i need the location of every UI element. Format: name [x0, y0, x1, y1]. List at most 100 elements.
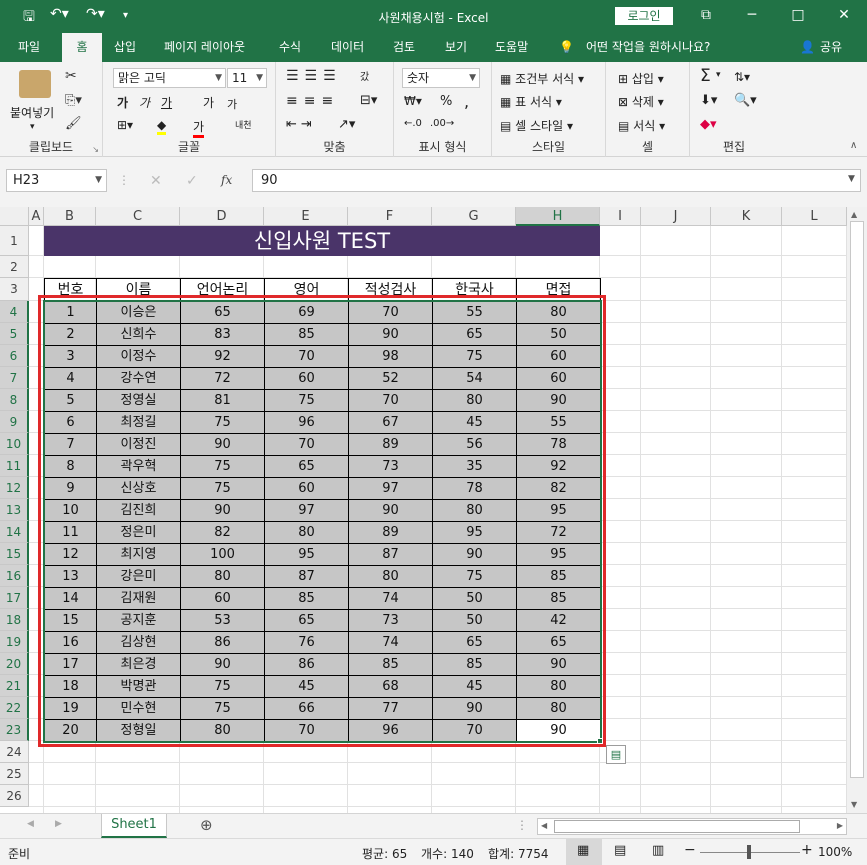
table-cell[interactable]: 이정진: [96, 433, 181, 456]
table-cell[interactable]: 75: [180, 411, 265, 434]
table-cell[interactable]: 8: [44, 455, 97, 478]
table-cell[interactable]: 97: [264, 499, 349, 522]
zoom-level[interactable]: 100%: [818, 845, 852, 859]
worksheet-grid[interactable]: A B C D E F G H I J K L 1 2 3 4 5 6 7 8 9 10 11 12 13 14 15 16 17 18 1…: [0, 207, 847, 813]
table-cell[interactable]: 80: [516, 301, 601, 324]
indent-icons[interactable]: ⇤⇥: [286, 117, 316, 132]
font-name-select[interactable]: 맑은 고딕 ▼: [113, 68, 226, 88]
row-header-24[interactable]: 24: [0, 741, 29, 763]
row-header-26[interactable]: 26: [0, 785, 29, 807]
column-header-b[interactable]: B: [44, 207, 96, 226]
table-cell[interactable]: 85: [264, 587, 349, 610]
row-header-9[interactable]: 9: [0, 411, 29, 433]
restore-button[interactable]: □: [775, 0, 821, 33]
table-cell[interactable]: 1: [44, 301, 97, 324]
table-cell[interactable]: 이승은: [96, 301, 181, 324]
table-cell[interactable]: 75: [432, 345, 517, 368]
add-sheet-icon[interactable]: ⊕: [200, 816, 213, 834]
cut-icon[interactable]: ✂: [65, 68, 77, 84]
share-button[interactable]: 공유: [820, 33, 842, 62]
table-cell[interactable]: 82: [516, 477, 601, 500]
table-cell[interactable]: 81: [180, 389, 265, 412]
row-header-14[interactable]: 14: [0, 521, 29, 543]
row-header-8[interactable]: 8: [0, 389, 29, 411]
table-cell[interactable]: 강수연: [96, 367, 181, 390]
tab-page-layout[interactable]: 페이지 레이아웃: [164, 33, 245, 62]
row-header-22[interactable]: 22: [0, 697, 29, 719]
table-cell[interactable]: 85: [348, 653, 433, 676]
tab-insert[interactable]: 삽입: [114, 33, 136, 62]
border-icon[interactable]: ⊞▾: [117, 118, 133, 132]
clear-icon[interactable]: ◆▾: [700, 117, 717, 132]
confirm-entry-icon[interactable]: ✓: [186, 173, 198, 189]
tab-home[interactable]: 홈: [62, 33, 102, 62]
tab-help[interactable]: 도움말: [495, 33, 528, 62]
table-cell[interactable]: 정은미: [96, 521, 181, 544]
vertical-scrollbar[interactable]: ▲ ▼: [847, 207, 867, 813]
row-header-17[interactable]: 17: [0, 587, 29, 609]
horizontal-scroll-thumb[interactable]: [554, 820, 800, 833]
zoom-slider-handle[interactable]: [747, 845, 751, 859]
fill-handle[interactable]: [597, 738, 603, 744]
italic-button[interactable]: 가: [139, 94, 150, 111]
table-cell[interactable]: 85: [516, 587, 601, 610]
underline-button[interactable]: 가: [161, 94, 172, 111]
format-cells-button[interactable]: ▤ 서식 ▾: [618, 117, 665, 134]
table-header-cell[interactable]: 적성검사: [348, 278, 433, 302]
zoom-in-icon[interactable]: +: [801, 842, 813, 858]
table-cell[interactable]: 72: [516, 521, 601, 544]
table-cell[interactable]: 92: [180, 345, 265, 368]
vertical-scroll-thumb[interactable]: [850, 221, 864, 778]
row-header-12[interactable]: 12: [0, 477, 29, 499]
table-cell[interactable]: 90: [348, 323, 433, 346]
table-cell[interactable]: 77: [348, 697, 433, 720]
table-cell[interactable]: 이정수: [96, 345, 181, 368]
column-header-i[interactable]: I: [600, 207, 641, 226]
percent-button[interactable]: %: [440, 94, 452, 109]
table-cell[interactable]: 95: [264, 543, 349, 566]
table-cell[interactable]: 65: [432, 323, 517, 346]
font-size-select[interactable]: 11 ▼: [227, 68, 267, 88]
shrink-font-button[interactable]: 가: [227, 96, 237, 112]
table-cell[interactable]: 86: [264, 653, 349, 676]
table-cell[interactable]: 80: [180, 719, 265, 742]
sheet-tab-sheet1[interactable]: Sheet1: [101, 814, 167, 838]
column-header-k[interactable]: K: [711, 207, 782, 226]
table-cell[interactable]: 18: [44, 675, 97, 698]
table-cell[interactable]: 70: [432, 719, 517, 742]
table-cell[interactable]: 80: [516, 675, 601, 698]
table-cell[interactable]: 45: [432, 411, 517, 434]
table-cell[interactable]: 70: [348, 301, 433, 324]
minimize-button[interactable]: ─: [729, 0, 775, 33]
collapse-ribbon-icon[interactable]: ∧: [850, 140, 857, 151]
table-cell[interactable]: 52: [348, 367, 433, 390]
orientation-icon[interactable]: ↗▾: [338, 117, 355, 132]
table-cell[interactable]: 74: [348, 631, 433, 654]
table-cell[interactable]: 60: [180, 587, 265, 610]
table-cell[interactable]: 16: [44, 631, 97, 654]
column-header-e[interactable]: E: [264, 207, 348, 226]
column-header-c[interactable]: C: [96, 207, 180, 226]
table-cell[interactable]: 90: [180, 653, 265, 676]
table-cell[interactable]: 12: [44, 543, 97, 566]
table-cell[interactable]: 85: [516, 565, 601, 588]
table-cell[interactable]: 54: [432, 367, 517, 390]
scroll-tab-left-icon[interactable]: ◀: [27, 819, 34, 829]
table-cell[interactable]: 87: [348, 543, 433, 566]
table-cell[interactable]: 80: [432, 389, 517, 412]
table-cell[interactable]: 19: [44, 697, 97, 720]
table-cell[interactable]: 56: [432, 433, 517, 456]
table-cell[interactable]: 66: [264, 697, 349, 720]
dialog-launcher-icon[interactable]: ↘: [92, 145, 99, 154]
table-header-cell[interactable]: 번호: [44, 278, 97, 302]
table-cell[interactable]: 10: [44, 499, 97, 522]
table-cell[interactable]: 60: [264, 477, 349, 500]
table-cell[interactable]: 74: [348, 587, 433, 610]
column-header-l[interactable]: L: [782, 207, 847, 226]
table-cell[interactable]: 75: [180, 455, 265, 478]
row-header-6[interactable]: 6: [0, 345, 29, 367]
conditional-formatting-button[interactable]: ▦ 조건부 서식 ▾: [500, 70, 584, 87]
table-cell[interactable]: 90: [432, 697, 517, 720]
row-header-23[interactable]: 23: [0, 719, 29, 741]
increase-decimal-icon[interactable]: ←.0: [404, 118, 422, 129]
